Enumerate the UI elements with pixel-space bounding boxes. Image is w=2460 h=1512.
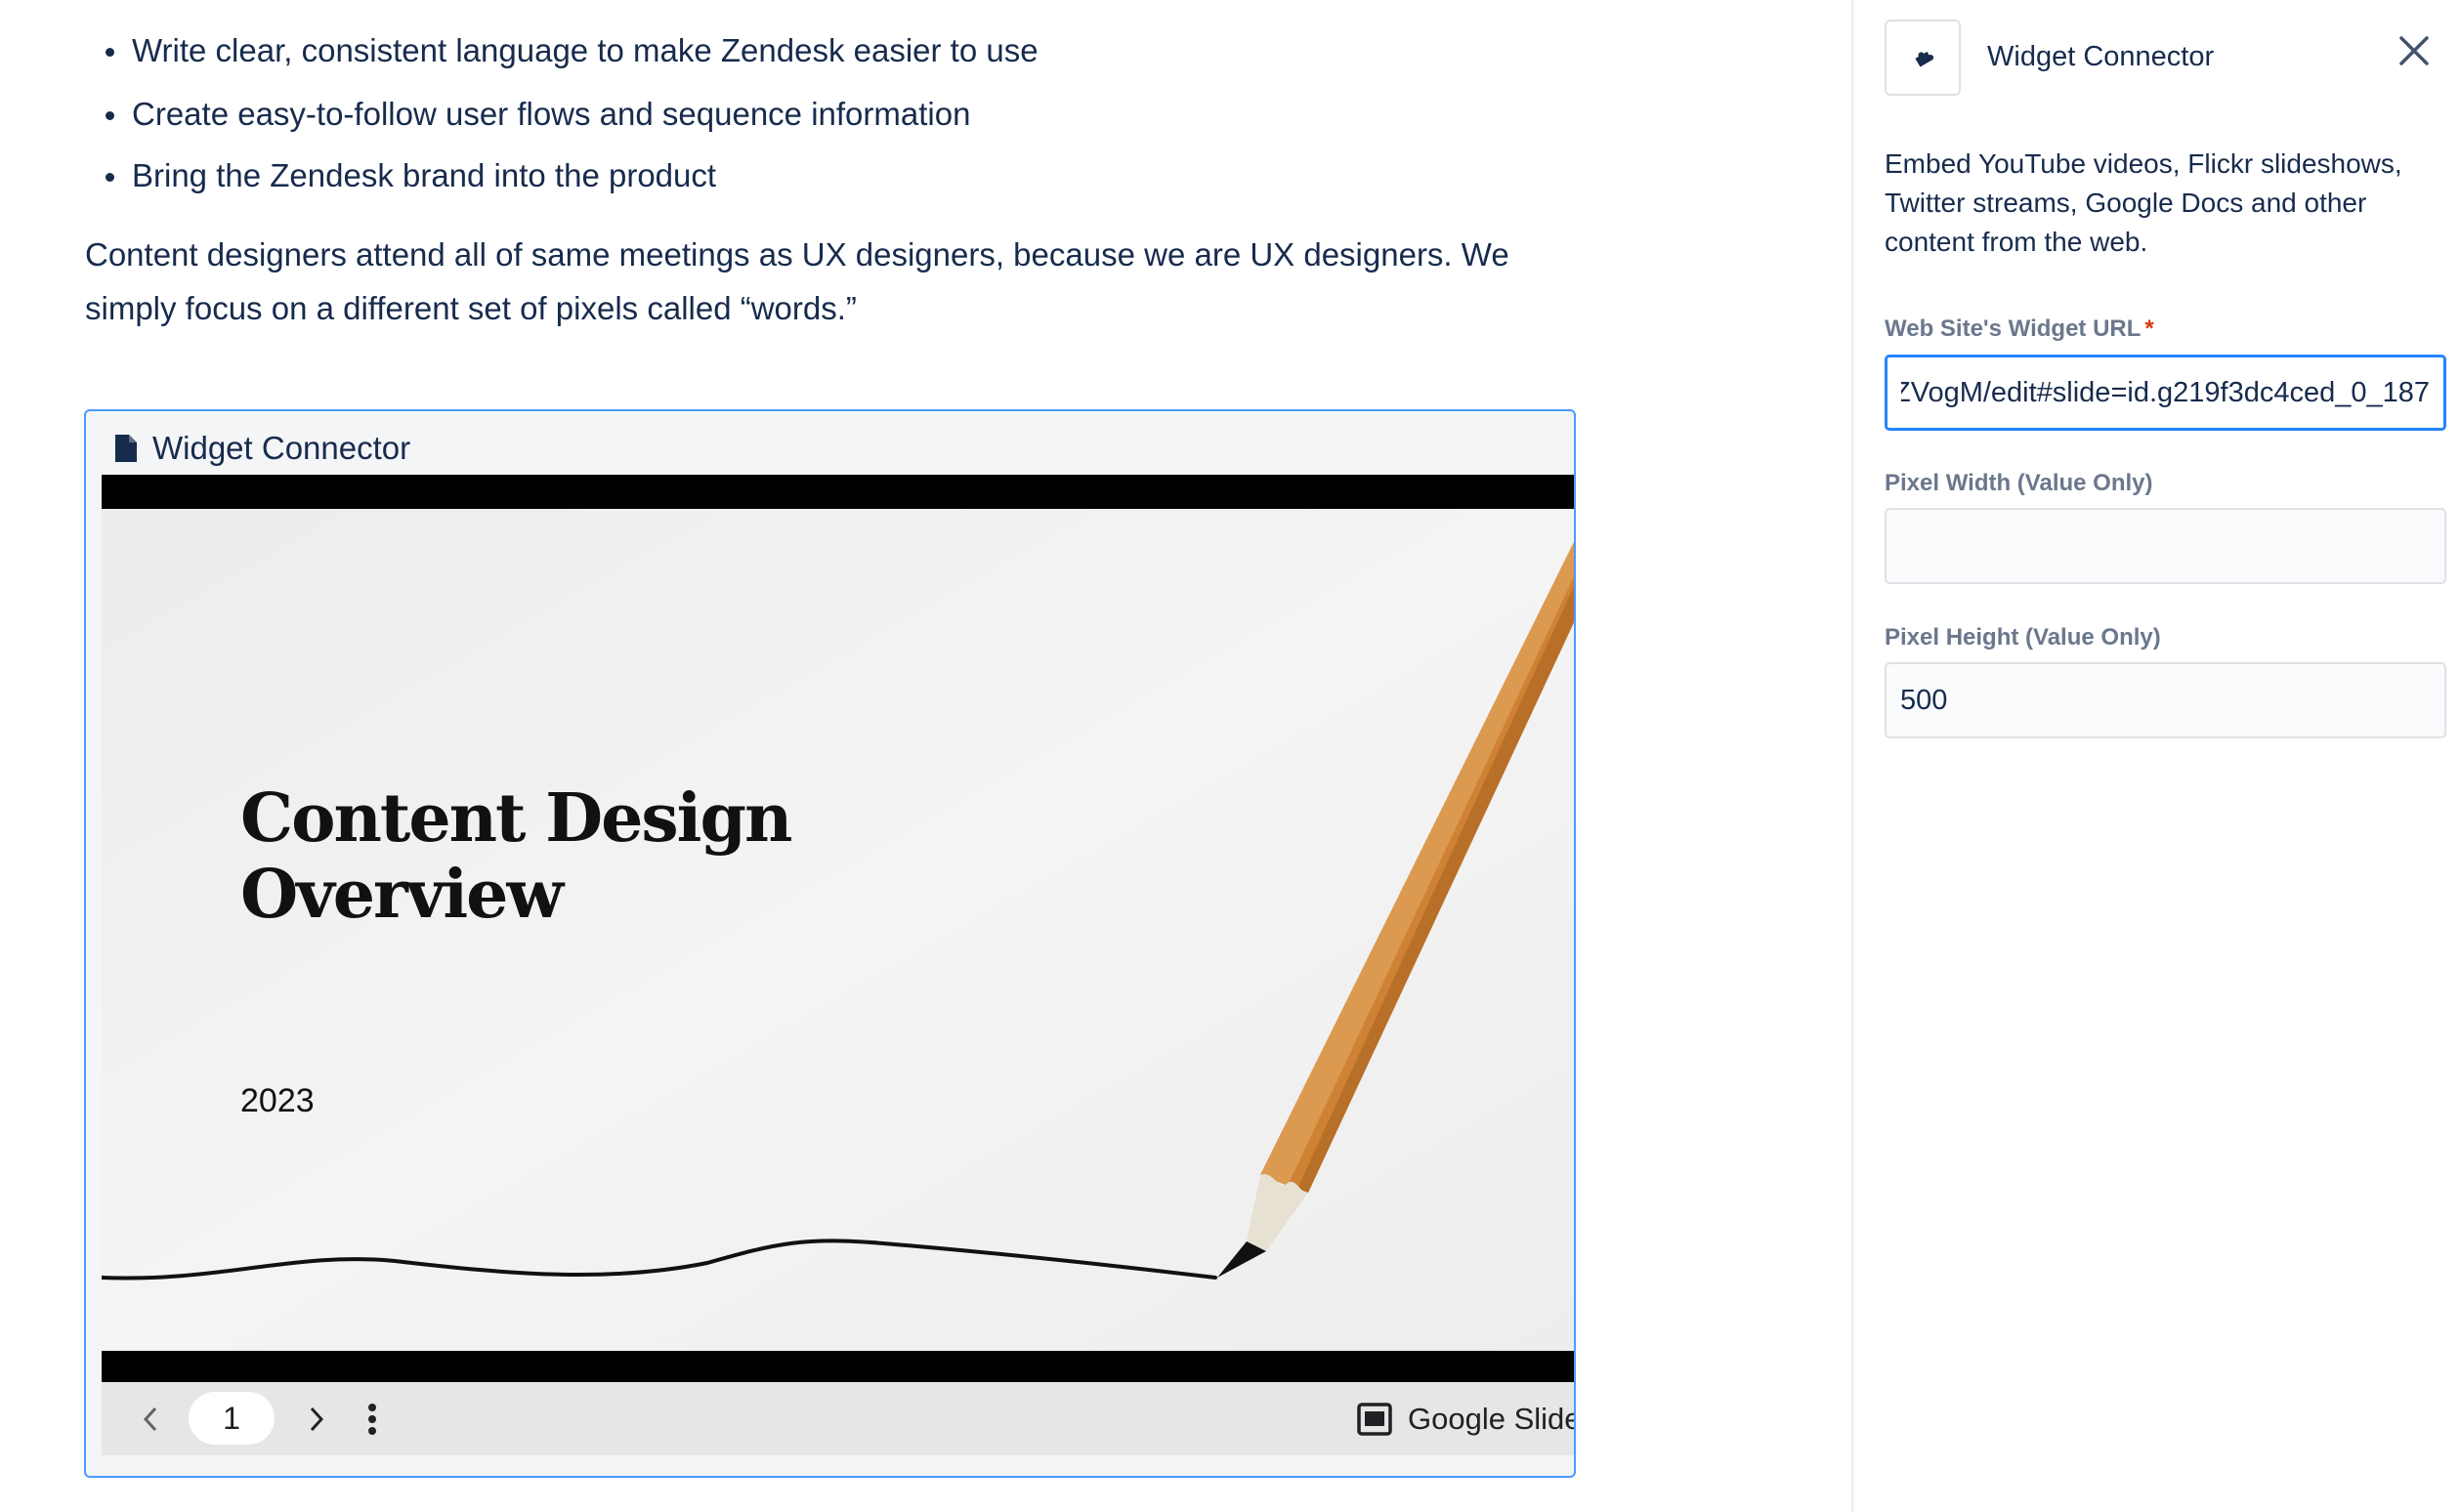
height-field-label: Pixel Height (Value Only) (1885, 624, 2161, 651)
slide-canvas: Content Design Overview 2023 (102, 509, 1574, 1351)
pixel-height-input[interactable] (1885, 662, 2446, 738)
panel-description: Embed YouTube videos, Flickr slideshows,… (1885, 148, 2402, 257)
google-slides-link[interactable]: Google Slides (1357, 1382, 1574, 1455)
google-slides-label: Google Slides (1408, 1401, 1574, 1436)
close-button[interactable] (2393, 29, 2436, 72)
width-field-label: Pixel Width (Value Only) (1885, 470, 2153, 496)
widget-url-input[interactable] (1885, 355, 2446, 431)
body-paragraph: Content designers attend all of same mee… (85, 236, 1509, 326)
page-content: Write clear, consistent language to make… (0, 0, 1851, 1512)
chevron-right-icon (310, 1407, 324, 1431)
widget-connector-macro[interactable]: Widget Connector Content Design Overview… (84, 409, 1576, 1478)
macro-header: Widget Connector (115, 425, 410, 472)
macro-config-panel: Widget Connector Embed YouTube videos, F… (1851, 0, 2460, 1512)
widget-connector-icon (1885, 20, 1961, 96)
list-item: Create easy-to-follow user flows and seq… (105, 96, 971, 132)
puzzle-icon (1915, 51, 1933, 67)
document-icon (115, 435, 137, 462)
slides-control-bar: 1 Google Slid (102, 1382, 1574, 1455)
panel-title: Widget Connector (1987, 41, 2215, 72)
list-item: Bring the Zendesk brand into the product (105, 157, 717, 193)
next-slide-button[interactable] (297, 1382, 336, 1455)
close-icon (2399, 36, 2429, 65)
list-item: Write clear, consistent language to make… (106, 32, 1039, 68)
previous-slide-button[interactable] (131, 1382, 170, 1455)
slide-number-indicator[interactable]: 1 (189, 1392, 275, 1445)
more-vertical-icon (368, 1403, 376, 1435)
slide-title: Content Design Overview (240, 779, 792, 934)
macro-title: Widget Connector (152, 430, 411, 466)
more-options-button[interactable] (358, 1382, 387, 1455)
pixel-width-input[interactable] (1885, 508, 2446, 584)
url-label-text: Web Site's Widget URL (1885, 315, 2142, 342)
chevron-left-icon (143, 1407, 157, 1431)
google-slides-icon (1357, 1402, 1392, 1436)
google-slides-embed[interactable]: Content Design Overview 2023 1 Google Sl… (102, 475, 1574, 1455)
required-mark: * (2144, 315, 2154, 342)
slide-year: 2023 (240, 1082, 315, 1119)
url-field-label: Web Site's Widget URL * (1885, 315, 2154, 343)
